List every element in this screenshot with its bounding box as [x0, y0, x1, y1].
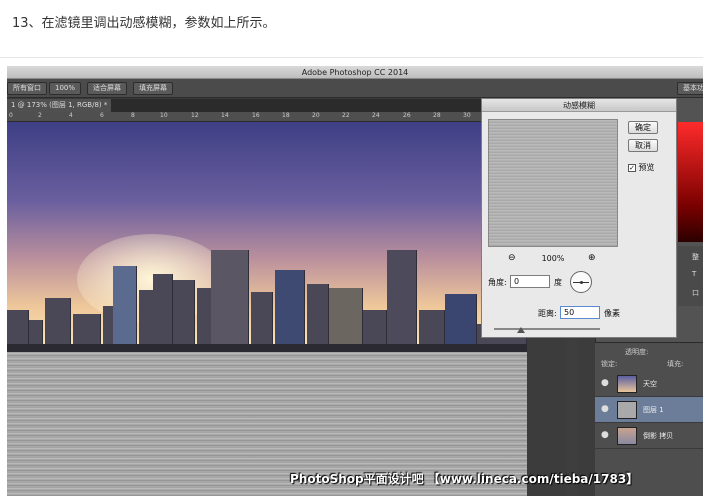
workspace-button[interactable]: 基本功 — [677, 82, 703, 95]
ruler-tick: 6 — [100, 112, 104, 119]
ruler-tick: 26 — [403, 112, 411, 119]
zoom-value: 100% — [541, 254, 565, 263]
city-building — [153, 274, 173, 350]
horizontal-ruler: 0 2 4 6 8 10 12 14 16 18 20 22 24 26 28 … — [7, 112, 481, 122]
window-title: Adobe Photoshop CC 2014 — [301, 68, 409, 77]
layer-name: 倒影 拷贝 — [643, 432, 674, 440]
checkmark-icon[interactable]: ✓ — [628, 163, 636, 172]
city-building — [329, 288, 363, 350]
layer-name: 天空 — [643, 380, 657, 388]
city-building — [387, 250, 417, 350]
filter-preview[interactable] — [488, 119, 618, 247]
layer-thumbnail — [617, 401, 637, 419]
all-windows-button[interactable]: 所有窗口 — [7, 82, 47, 95]
fill-screen-button[interactable]: 填充屏幕 — [133, 82, 173, 95]
ruler-tick: 16 — [252, 112, 260, 119]
zoom-100-button[interactable]: 100% — [49, 82, 82, 95]
ruler-tick: 30 — [463, 112, 471, 119]
shape-tool-label[interactable]: 口 — [692, 288, 699, 298]
ruler-tick: 18 — [282, 112, 290, 119]
type-tool-label[interactable]: T — [692, 270, 696, 278]
ruler-tick: 14 — [221, 112, 229, 119]
step-caption: 13、在滤镜里调出动感模糊，参数如上所示。 — [12, 16, 276, 31]
fit-screen-button[interactable]: 适合屏幕 — [87, 82, 127, 95]
layer-row-layer1[interactable]: ● 图层 1 — [595, 397, 703, 423]
city-building — [211, 250, 249, 350]
ruler-tick: 0 — [9, 112, 13, 119]
preview-checkbox[interactable]: ✓ 预览 — [628, 162, 655, 173]
opacity-label: 透明度: — [625, 348, 649, 356]
ruler-tick: 28 — [433, 112, 441, 119]
city-building — [251, 292, 273, 350]
layer-thumbnail — [617, 427, 637, 445]
photoshop-window: Adobe Photoshop CC 2014 所有窗口 100% 适合屏幕 填… — [7, 66, 703, 496]
city-building — [45, 298, 71, 350]
side-tool-strip: 整 T 口 — [678, 246, 703, 306]
distance-slider-thumb[interactable] — [516, 327, 525, 333]
distance-slider-track[interactable] — [494, 328, 600, 330]
preview-zoom-bar: ⊖ 100% ⊕ — [488, 253, 618, 265]
city-building — [307, 284, 329, 350]
distance-unit: 像素 — [604, 309, 620, 318]
ok-button[interactable]: 确定 — [628, 121, 658, 134]
city-building — [275, 270, 305, 350]
lock-label: 锁定: — [601, 360, 618, 368]
eye-icon[interactable]: ● — [601, 431, 609, 440]
title-bar: Adobe Photoshop CC 2014 — [7, 66, 703, 79]
ruler-tick: 4 — [69, 112, 73, 119]
layer-name: 图层 1 — [643, 406, 664, 414]
document-tab[interactable]: 1 @ 173% (图层 1, RGB/8) * — [7, 99, 112, 112]
cancel-button[interactable]: 取消 — [628, 139, 658, 152]
fill-label: 填充: — [667, 360, 684, 368]
distance-input[interactable]: 50 — [560, 306, 600, 319]
watermark: PhotoShop平面设计吧 【www.lineca.com/tieba/178… — [290, 472, 639, 486]
ruler-tick: 20 — [312, 112, 320, 119]
angle-input[interactable]: 0 — [510, 275, 550, 288]
paragraph-tool-label[interactable]: 整 — [692, 252, 699, 262]
ruler-tick: 2 — [38, 112, 42, 119]
dialog-title: 动感模糊 — [482, 99, 676, 112]
layer-row-reflection-copy[interactable]: ● 倒影 拷贝 — [595, 423, 703, 449]
divider — [0, 57, 703, 58]
preview-label: 预览 — [638, 163, 655, 172]
canvas[interactable] — [7, 122, 527, 496]
angle-unit: 度 — [554, 278, 562, 287]
eye-icon[interactable]: ● — [601, 379, 609, 388]
city-building — [173, 280, 195, 350]
distance-label: 距离: — [538, 309, 557, 318]
zoom-in-icon[interactable]: ⊕ — [588, 253, 596, 264]
city-building — [113, 266, 137, 350]
ruler-tick: 12 — [191, 112, 199, 119]
document-tab-bar: 1 @ 173% (图层 1, RGB/8) * — [7, 99, 481, 112]
city-building — [445, 294, 477, 350]
ruler-tick: 10 — [160, 112, 168, 119]
ruler-tick: 24 — [372, 112, 380, 119]
angle-label: 角度: — [488, 278, 507, 287]
motion-blur-dialog: 动感模糊 确定 取消 ✓ 预览 ⊖ 100% ⊕ 角度: 0 度 距离: 50 … — [481, 98, 677, 338]
angle-dial[interactable] — [570, 271, 592, 293]
eye-icon[interactable]: ● — [601, 405, 609, 414]
layer-row-sky[interactable]: ● 天空 — [595, 371, 703, 397]
layer-thumbnail — [617, 375, 637, 393]
options-bar: 所有窗口 100% 适合屏幕 填充屏幕 基本功 — [7, 79, 703, 98]
ruler-tick: 8 — [131, 112, 135, 119]
ruler-tick: 22 — [342, 112, 350, 119]
color-ramp[interactable] — [678, 122, 703, 242]
angle-dial-center — [580, 281, 583, 284]
